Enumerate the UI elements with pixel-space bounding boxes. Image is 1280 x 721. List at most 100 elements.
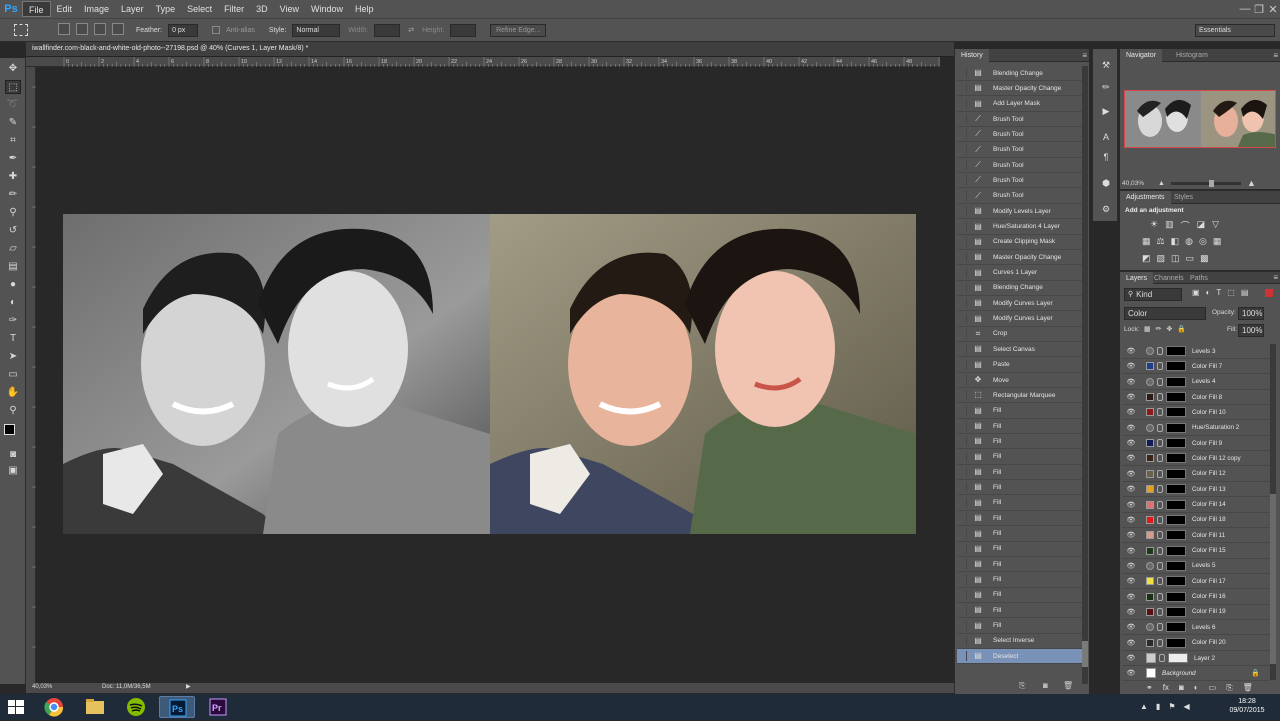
gradient-tool-icon[interactable]: ▤ [5,260,21,274]
visibility-eye-icon[interactable]: 👁 [1126,516,1136,524]
layer-mask-thumbnail[interactable] [1166,346,1186,356]
lasso-tool-icon[interactable]: ➰ [5,98,21,112]
new-adjustment-icon[interactable]: ◐ [1194,683,1199,693]
visibility-eye-icon[interactable]: 👁 [1126,623,1136,631]
menu-file[interactable]: File [22,1,51,17]
history-item[interactable]: ⌗ Crop [957,327,1082,342]
mask-link-icon[interactable] [1157,561,1163,570]
history-item[interactable]: ▤ Master Opacity Change [957,250,1082,266]
history-item[interactable]: ▤ Fill [957,465,1082,481]
menu-layer[interactable]: Layer [115,1,150,17]
history-source-checkbox[interactable] [957,497,967,508]
filter-pixel-icon[interactable]: ▣ [1192,288,1200,297]
menu-image[interactable]: Image [78,1,115,17]
hue-saturation-icon[interactable]: ▦ [1142,236,1151,247]
history-source-checkbox[interactable] [957,114,967,125]
blend-mode-select[interactable]: Color [1124,307,1206,320]
layer-row[interactable]: 👁 Levels 4 [1122,375,1270,390]
history-item[interactable]: ▤ Hue/Saturation 4 Layer [957,220,1082,235]
3d-icon[interactable]: ⬢ [1100,177,1112,189]
layer-row[interactable]: 👁 Color Fill 10 [1122,405,1270,421]
history-source-checkbox[interactable] [957,513,967,524]
tab-paths[interactable]: Paths [1184,272,1214,284]
tab-styles[interactable]: Styles [1168,191,1199,203]
layer-row[interactable]: 👁 Hue/Saturation 2 [1122,421,1270,436]
layer-mask-thumbnail[interactable] [1168,653,1188,663]
filter-type-icon[interactable]: T [1216,288,1221,297]
pen-tool-icon[interactable]: ✑ [5,314,21,328]
height-input[interactable] [450,23,477,37]
menu-filter[interactable]: Filter [218,1,250,17]
menu-select[interactable]: Select [181,1,218,17]
add-mask-icon[interactable]: ◙ [1179,683,1184,693]
intersect-selection-icon[interactable] [112,23,124,37]
restore-button[interactable]: ❐ [1252,3,1266,16]
history-source-checkbox[interactable] [957,543,967,554]
volume-icon[interactable]: ◀ [1184,702,1190,711]
history-source-checkbox[interactable] [957,190,967,201]
panel-menu-icon[interactable]: ≡ [1082,51,1087,60]
layer-mask-thumbnail[interactable] [1166,438,1186,449]
history-item[interactable]: ▤ Select Inverse [957,634,1082,649]
lock-transparent-icon[interactable]: ▦ [1144,325,1151,333]
feather-input[interactable]: 0 px [168,23,199,37]
mask-link-icon[interactable] [1157,638,1163,647]
history-source-checkbox[interactable] [957,451,967,462]
history-item[interactable]: ⟋ Brush Tool [957,173,1082,189]
brightness-contrast-icon[interactable]: ☀ [1150,219,1158,232]
history-item[interactable]: ▤ Paste [957,358,1082,373]
lock-all-icon[interactable]: 🔒 [1177,325,1186,333]
layer-row[interactable]: 👁 Color Fill 13 [1122,482,1270,498]
history-item[interactable]: ▤ Fill [957,603,1082,619]
mask-link-icon[interactable] [1157,531,1163,540]
photoshop-taskbar-icon[interactable]: Ps [159,696,195,718]
layer-style-icon[interactable]: fx [1163,683,1169,693]
clone-stamp-tool-icon[interactable]: ⚲ [5,206,21,220]
brush-presets-icon[interactable]: ✏ [1100,81,1112,93]
history-source-checkbox[interactable] [957,421,967,432]
layer-row[interactable]: 👁 Levels 6 [1122,620,1270,636]
visibility-eye-icon[interactable]: 👁 [1126,608,1136,616]
close-button[interactable]: ✕ [1266,3,1280,16]
menu-edit[interactable]: Edit [51,1,79,17]
history-source-checkbox[interactable] [957,589,967,600]
layer-row[interactable]: 👁 Levels 3 [1122,344,1270,359]
workspace-select[interactable]: Essentials [1195,23,1275,37]
layer-mask-thumbnail[interactable] [1166,514,1186,525]
history-source-checkbox[interactable] [957,528,967,539]
menu-help[interactable]: Help [349,1,380,17]
visibility-eye-icon[interactable]: 👁 [1126,470,1136,478]
doc-size[interactable]: Doc: 11,0M/36,5M [102,684,151,690]
premiere-taskbar-icon[interactable]: Pr [200,696,236,718]
layer-row[interactable]: 👁 Color Fill 17 [1122,574,1270,590]
antialias-checkbox[interactable] [212,26,221,34]
visibility-eye-icon[interactable]: 👁 [1126,639,1136,647]
layer-row[interactable]: 👁 Color Fill 8 [1122,390,1270,406]
history-item[interactable]: ▤ Fill [957,557,1082,573]
history-item[interactable]: ▤ Fill [957,450,1082,465]
layer-mask-thumbnail[interactable] [1166,606,1186,617]
history-item[interactable]: ▤ Fill [957,573,1082,588]
crop-tool-icon[interactable]: ⌗ [5,134,21,148]
layer-row[interactable]: 👁 Color Fill 11 [1122,528,1270,544]
history-source-checkbox[interactable] [957,559,967,570]
visibility-eye-icon[interactable]: 👁 [1126,454,1136,462]
layer-mask-thumbnail[interactable] [1166,560,1186,571]
snapshot-icon[interactable]: ◙ [1043,681,1048,690]
menu-view[interactable]: View [274,1,305,17]
visibility-eye-icon[interactable]: 👁 [1126,408,1136,416]
tab-history[interactable]: History [955,49,989,62]
history-item[interactable]: ▤ Fill [957,619,1082,634]
mask-link-icon[interactable] [1157,546,1163,555]
color-balance-icon[interactable]: ⚖ [1157,236,1165,247]
menu-type[interactable]: Type [150,1,182,17]
filter-smart-object-icon[interactable]: ▤ [1241,288,1249,297]
trash-icon[interactable]: 🗑 [1063,681,1073,690]
tray-arrow-icon[interactable]: ▲ [1140,702,1148,711]
history-item[interactable]: ▤ Fill [957,542,1082,557]
actions-play-icon[interactable]: ▶ [1100,105,1112,117]
history-item[interactable]: ▤ Fill [957,419,1082,435]
history-item[interactable]: ▤ Deselect [957,649,1082,665]
levels-icon[interactable]: ▥ [1165,219,1174,232]
layer-mask-thumbnail[interactable] [1166,637,1186,648]
